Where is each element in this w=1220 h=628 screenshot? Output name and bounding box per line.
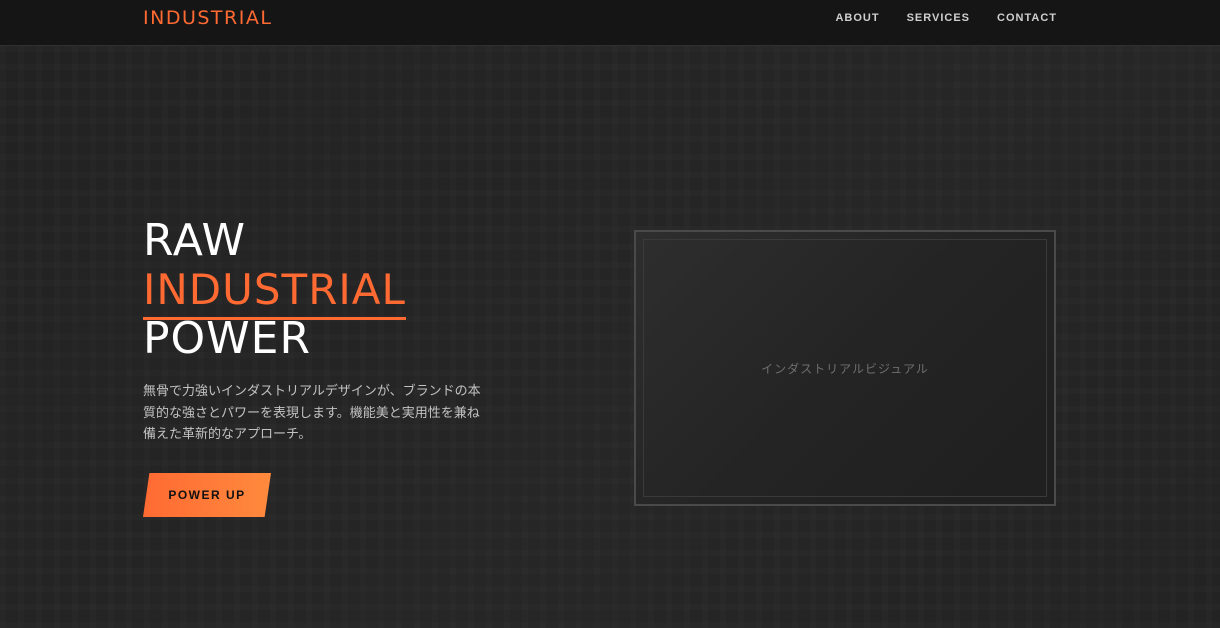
hero-description: 無骨で力強いインダストリアルデザインが、ブランドの本質的な強さとパワーを表現しま… [143, 384, 481, 442]
nav-link-services[interactable]: SERVICES [907, 12, 970, 24]
industrial-visual-placeholder: インダストリアルビジュアル [634, 230, 1056, 506]
nav-link-contact[interactable]: CONTACT [997, 12, 1057, 24]
hero-text-block: RAW INDUSTRIAL POWER 無骨で力強いインダストリアルデザインが… [143, 216, 503, 459]
hero-headline: RAW INDUSTRIAL POWER [143, 216, 503, 363]
headline-line-raw: RAW [143, 215, 246, 266]
visual-label: インダストリアルビジュアル [761, 362, 929, 376]
headline-line-industrial-wrap: INDUSTRIAL [143, 265, 503, 320]
nav-link-about[interactable]: ABOUT [835, 12, 879, 24]
headline-underline [143, 317, 406, 320]
brand-logo[interactable]: INDUSTRIAL [143, 6, 272, 30]
headline-line-power: POWER [143, 313, 312, 364]
power-up-button-label: POWER UP [168, 488, 246, 502]
headline-accent-text: INDUSTRIAL [143, 265, 406, 314]
headline-line-industrial: INDUSTRIAL [143, 265, 406, 320]
top-navbar: INDUSTRIAL ABOUT SERVICES CONTACT [0, 0, 1220, 46]
nav-menu: ABOUT SERVICES CONTACT [835, 12, 1057, 24]
power-up-button[interactable]: POWER UP [143, 473, 271, 517]
